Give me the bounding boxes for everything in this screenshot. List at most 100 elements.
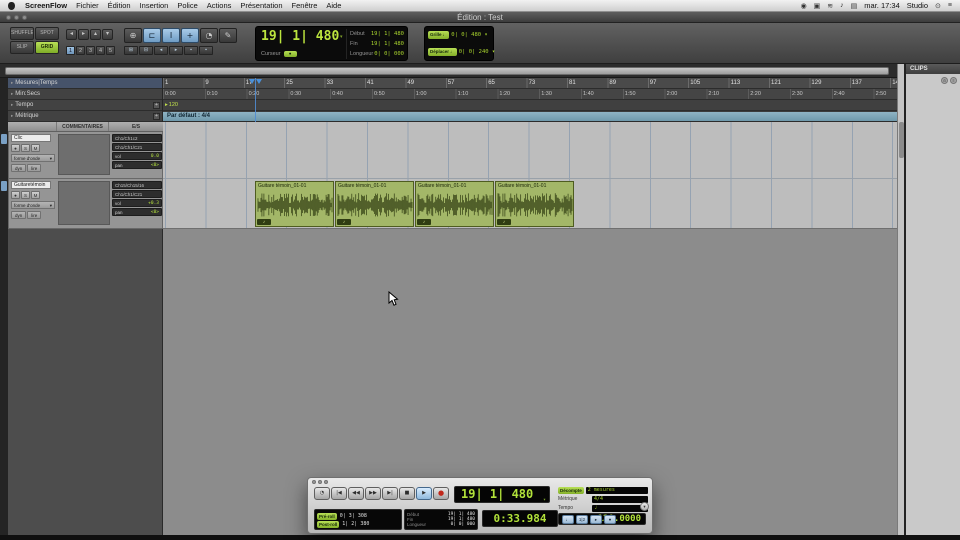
zoom-vertical-down-button[interactable]: ▾ bbox=[102, 29, 113, 40]
add-meter-event-icon[interactable]: + bbox=[153, 113, 160, 120]
edit-window-titlebar[interactable]: Édition : Test bbox=[0, 12, 960, 23]
zoom-preset-1[interactable]: 1 bbox=[66, 46, 75, 55]
playlist-mode-button[interactable]: lire bbox=[27, 164, 41, 172]
track-pan-readout[interactable]: pan<0> bbox=[112, 208, 162, 216]
notification-center-icon[interactable]: ≡ bbox=[948, 2, 952, 10]
post-roll-value[interactable]: 1| 2| 380 bbox=[342, 521, 369, 527]
track-view-selector[interactable]: forme d'onde▾ bbox=[11, 154, 55, 162]
transport-main-counter[interactable]: 19| 1| 480 ▾ bbox=[454, 486, 550, 503]
pre-roll-button[interactable]: Pré-roll bbox=[317, 513, 337, 520]
scrubber-tool[interactable]: ◔ bbox=[200, 28, 218, 43]
mode-grid-button[interactable]: GRID bbox=[35, 41, 59, 54]
conductor-button[interactable]: ● bbox=[604, 515, 616, 524]
solo-button[interactable]: S bbox=[21, 144, 30, 152]
grid-value-button[interactable]: Grille ♩ bbox=[428, 31, 449, 39]
count-in-button[interactable]: 1|2 bbox=[576, 515, 588, 524]
mute-button[interactable]: M bbox=[31, 144, 40, 152]
audio-clip[interactable]: Guitare témoin_01-01♪ bbox=[335, 181, 414, 227]
link-track-selection-button[interactable]: ◂ bbox=[154, 46, 168, 55]
count-off-value[interactable]: 2 mesures bbox=[586, 487, 648, 494]
mode-spot-button[interactable]: SPOT bbox=[35, 27, 59, 40]
online-button[interactable]: ◔ bbox=[314, 487, 330, 500]
mode-slip-button[interactable]: SLIP bbox=[10, 41, 34, 54]
volume-icon[interactable]: ♪ bbox=[840, 2, 844, 10]
zoom-window-icon[interactable] bbox=[324, 480, 328, 484]
zoom-preset-4[interactable]: 4 bbox=[96, 46, 105, 55]
return-to-zero-button[interactable]: |◀ bbox=[331, 487, 347, 500]
airplay-icon[interactable]: ≋ bbox=[827, 2, 833, 10]
audio-clip[interactable]: Guitare témoin_01-01♪ bbox=[495, 181, 574, 227]
track-comments-box[interactable] bbox=[58, 181, 110, 225]
track-pan-readout[interactable]: pan<0> bbox=[112, 161, 162, 169]
track-input-selector[interactable]: Ch15/Ch15/16 bbox=[112, 181, 162, 189]
count-off-button[interactable]: Décompte bbox=[558, 487, 584, 494]
solo-button[interactable]: S bbox=[21, 191, 30, 199]
spotlight-icon[interactable]: ⊙ bbox=[935, 2, 941, 10]
metronome-button[interactable]: ♩ bbox=[562, 515, 574, 524]
add-tempo-event-icon[interactable]: + bbox=[153, 102, 160, 109]
menu-item-0[interactable]: ScreenFlow bbox=[25, 1, 67, 10]
zoom-vertical-up-button[interactable]: ▴ bbox=[90, 29, 101, 40]
vertical-scrollbar[interactable] bbox=[897, 64, 904, 535]
automation-mode-button[interactable]: dyn bbox=[11, 164, 26, 172]
clips-menu-icon[interactable]: ≡ bbox=[950, 77, 957, 84]
fast-forward-button[interactable]: ▶▶ bbox=[365, 487, 381, 500]
transport-titlebar[interactable] bbox=[312, 480, 328, 484]
meter-default-band[interactable]: Par défaut : 4/4 bbox=[163, 112, 897, 121]
tab-to-transient-button[interactable]: ⊞ bbox=[124, 46, 138, 55]
insertion-follows-playback-button[interactable]: ▸ bbox=[169, 46, 183, 55]
counter-dropdown-icon[interactable]: ▾ bbox=[340, 34, 343, 40]
track-volume-readout[interactable]: vol0.0 bbox=[112, 152, 162, 160]
zoom-preset-5[interactable]: 5 bbox=[106, 46, 115, 55]
menu-item-8[interactable]: Aide bbox=[326, 1, 341, 10]
timeline-rulers[interactable]: 1917253341495765738189971051131211291371… bbox=[163, 78, 897, 122]
menu-item-3[interactable]: Insertion bbox=[140, 1, 169, 10]
grid-option-button[interactable]: ▪ bbox=[184, 46, 198, 55]
zoom-in-button[interactable]: ▸ bbox=[78, 29, 89, 40]
pre-roll-value[interactable]: 0| 3| 308 bbox=[340, 513, 367, 519]
link-timeline-selection-button[interactable]: ⊟ bbox=[139, 46, 153, 55]
track-color-tab[interactable] bbox=[1, 181, 7, 191]
tempo-event-marker[interactable]: ▸120 bbox=[165, 102, 178, 108]
selection-length-value[interactable]: 0| 0| 000 bbox=[374, 51, 404, 57]
zoom-preset-3[interactable]: 3 bbox=[86, 46, 95, 55]
zoomer-tool[interactable]: ⊕ bbox=[124, 28, 142, 43]
menubar-user[interactable]: Studio bbox=[907, 1, 928, 10]
ruler-min-secs[interactable]: ▸ Min:Secs bbox=[8, 89, 162, 100]
universe-overview[interactable] bbox=[5, 67, 889, 75]
clips-panel-title[interactable]: CLIPS bbox=[906, 64, 960, 74]
track-color-tab[interactable] bbox=[1, 134, 7, 144]
menu-item-6[interactable]: Présentation bbox=[240, 1, 282, 10]
apple-menu-icon[interactable] bbox=[8, 2, 15, 10]
post-roll-button[interactable]: Post-roll bbox=[317, 521, 339, 528]
grid-value[interactable]: 0| 0| 480 ▾ bbox=[451, 32, 487, 38]
menu-item-7[interactable]: Fenêtre bbox=[292, 1, 318, 10]
track-name[interactable]: Guitaretémoin bbox=[11, 181, 51, 189]
automation-mode-button[interactable]: dyn bbox=[11, 211, 26, 219]
track-lanes-canvas[interactable]: Guitare témoin_01-01♪ Guitare témoin_01-0… bbox=[163, 122, 897, 229]
ruler-bars-beats[interactable]: ▸ Mesures|Temps bbox=[8, 78, 162, 89]
track-output-selector[interactable]: Ch1/Ch1/C21 bbox=[112, 190, 162, 198]
zoom-out-button[interactable]: ◂ bbox=[66, 29, 77, 40]
length-value[interactable]: 0| 0| 000 bbox=[451, 522, 475, 527]
track-comments-box[interactable] bbox=[58, 134, 110, 175]
pencil-tool[interactable]: ✎ bbox=[219, 28, 237, 43]
nudge-value[interactable]: 0| 0| 240 ▾ bbox=[459, 49, 495, 55]
menu-item-2[interactable]: Édition bbox=[108, 1, 131, 10]
grabber-tool[interactable]: + bbox=[181, 28, 199, 43]
midi-merge-button[interactable]: ▸ bbox=[590, 515, 602, 524]
selection-start-value[interactable]: 19| 1| 480 bbox=[371, 31, 404, 37]
clips-search-icon[interactable]: ⊙ bbox=[941, 77, 948, 84]
transport-window[interactable]: ◔|◀◀◀▶▶▶|■▶● 19| 1| 480 ▾ Décompte 2 mes… bbox=[307, 477, 653, 534]
display-icon[interactable]: ▣ bbox=[814, 2, 821, 10]
track-name[interactable]: Clic bbox=[11, 134, 51, 142]
selection-end-value[interactable]: 19| 1| 480 bbox=[371, 41, 404, 47]
meter-ruler[interactable]: Par défaut : 4/4 bbox=[163, 111, 897, 122]
tempo-ruler[interactable]: ▸120 bbox=[163, 100, 897, 111]
track-input-selector[interactable]: Ch1/Ch1c2 bbox=[112, 134, 162, 142]
record-button[interactable]: ● bbox=[433, 487, 449, 500]
battery-icon[interactable]: ▤ bbox=[851, 2, 858, 10]
nudge-option-button[interactable]: ▪ bbox=[199, 46, 213, 55]
play-button[interactable]: ▶ bbox=[416, 487, 432, 500]
menu-item-5[interactable]: Actions bbox=[207, 1, 232, 10]
